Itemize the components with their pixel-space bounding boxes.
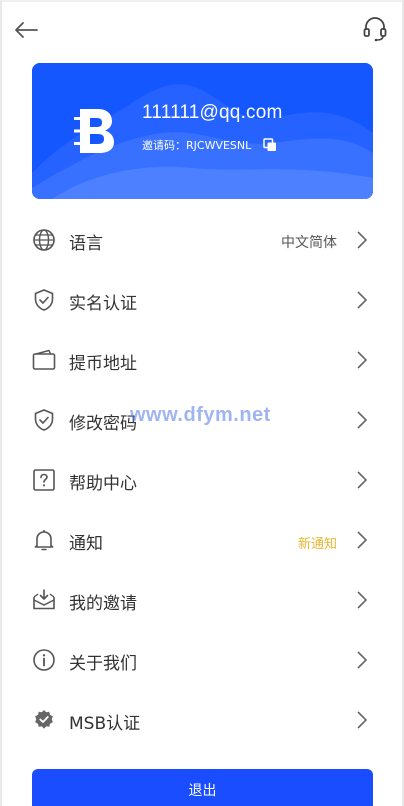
menu-label-identity: 实名认证 — [69, 294, 137, 314]
chevron-right-icon — [357, 651, 368, 669]
shield-check-icon — [34, 409, 54, 431]
verified-badge-icon — [35, 710, 53, 729]
user-email: 111111@qq.com — [142, 102, 283, 123]
invite-code-row: 邀请码： RJCWVESNL — [142, 137, 277, 153]
headset-icon[interactable] — [362, 15, 388, 43]
chevron-right-icon — [357, 531, 368, 549]
menu-label-invitations: 我的邀请 — [69, 594, 137, 614]
chevron-right-icon — [357, 591, 368, 609]
menu-label-password: 修改密码 — [69, 414, 137, 434]
wallet-icon — [32, 349, 56, 370]
invite-code: RJCWVESNL — [186, 138, 252, 152]
menu-item-withdraw-address[interactable]: 提币地址 — [2, 330, 402, 390]
chevron-right-icon — [357, 711, 368, 729]
menu-item-msb-verification[interactable]: MSB认证 — [2, 690, 402, 750]
menu-item-identity-verification[interactable]: 实名认证 — [2, 270, 402, 330]
bell-icon — [34, 530, 54, 551]
watermark-text: www.dfym.net — [130, 404, 271, 426]
menu-item-notifications[interactable]: 通知 新通知 — [2, 510, 402, 570]
menu-label-language: 语言 — [69, 234, 103, 254]
menu-item-language[interactable]: 语言 中文简体 — [2, 210, 402, 270]
menu-label-help: 帮助中心 — [69, 474, 137, 494]
brand-b-logo — [74, 109, 114, 153]
new-notice-badge: 新通知 — [297, 537, 337, 552]
menu-item-my-invitations[interactable]: 我的邀请 — [2, 570, 402, 630]
menu-label-notifications: 通知 — [69, 534, 103, 554]
arrow-left-icon[interactable] — [12, 16, 40, 44]
info-icon — [33, 649, 55, 671]
chevron-right-icon — [357, 291, 368, 309]
shield-check-icon — [34, 289, 54, 311]
question-icon — [33, 469, 55, 491]
app-frame: 111111@qq.com 邀请码： RJCWVESNL 语言 中文简体 实名认… — [0, 0, 404, 806]
menu-label-about: 关于我们 — [69, 654, 137, 674]
chevron-right-icon — [357, 351, 368, 369]
profile-card: 111111@qq.com 邀请码： RJCWVESNL — [32, 63, 373, 199]
menu-label-withdraw: 提币地址 — [69, 354, 137, 374]
invite-inbox-icon — [33, 589, 55, 610]
menu-label-msb: MSB认证 — [69, 714, 141, 734]
copy-icon[interactable] — [263, 138, 277, 152]
menu-item-help-center[interactable]: 帮助中心 — [2, 450, 402, 510]
globe-icon — [33, 229, 55, 251]
top-bar — [2, 2, 402, 58]
chevron-right-icon — [357, 411, 368, 429]
chevron-right-icon — [357, 471, 368, 489]
menu-item-about-us[interactable]: 关于我们 — [2, 630, 402, 690]
chevron-right-icon — [357, 231, 368, 249]
language-value: 中文简体 — [281, 235, 337, 251]
invite-label: 邀请码： — [142, 139, 186, 152]
logout-button[interactable]: 退出 — [32, 769, 373, 806]
